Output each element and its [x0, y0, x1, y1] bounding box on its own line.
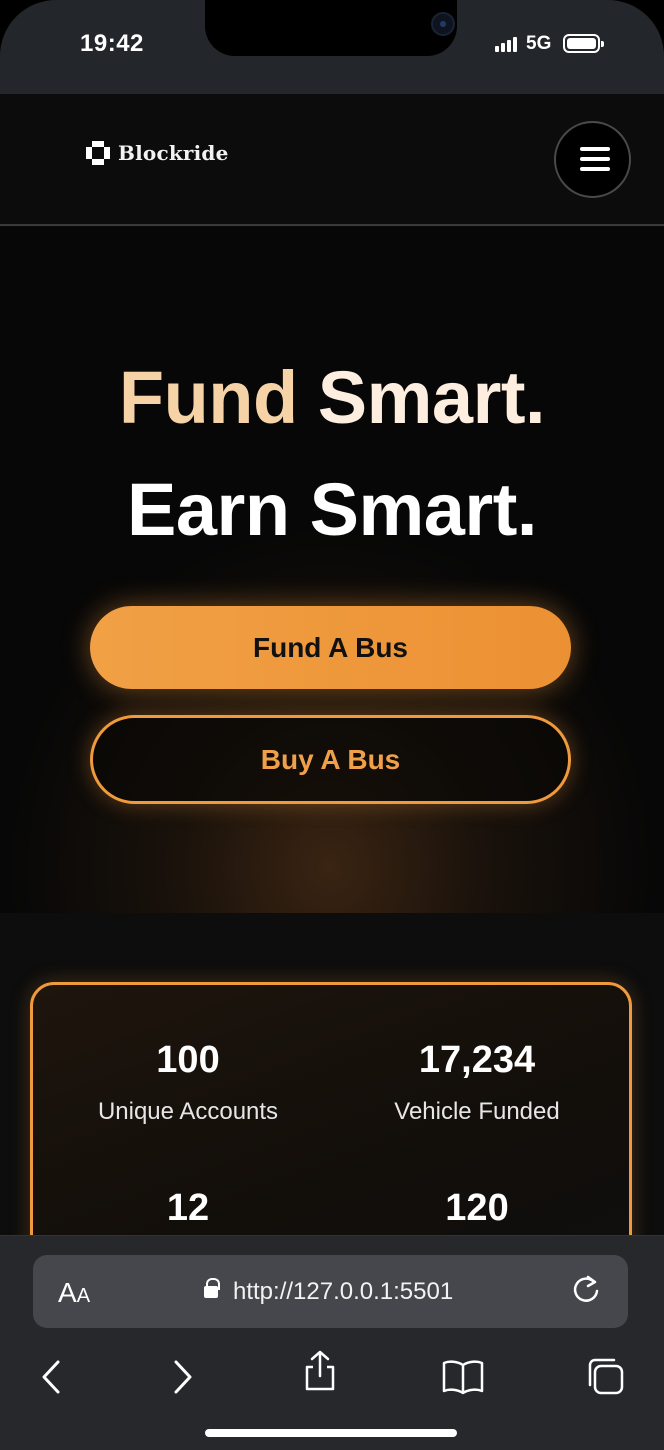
bookmarks-icon[interactable]	[441, 1355, 485, 1399]
battery-icon	[563, 34, 604, 53]
stat-value: 100	[156, 1039, 220, 1081]
front-camera-icon	[431, 12, 455, 36]
buy-a-bus-button[interactable]: Buy A Bus	[90, 715, 571, 804]
phone-screen: 19:42 5G Blockride Fund Smart. Earn Smar…	[0, 0, 664, 1450]
menu-button[interactable]	[554, 121, 631, 198]
stat-fourth: 120	[327, 1187, 627, 1230]
brand-logo[interactable]: Blockride	[86, 141, 229, 165]
back-icon[interactable]	[30, 1355, 74, 1399]
forward-icon[interactable]	[160, 1355, 204, 1399]
stat-vehicle-funded: 17,234 Vehicle Funded	[327, 1039, 627, 1126]
network-type: 5G	[526, 33, 552, 54]
blockride-logo-icon	[86, 141, 110, 165]
signal-icon	[495, 36, 519, 52]
lock-icon	[204, 1278, 220, 1298]
stat-label: Unique Accounts	[97, 1098, 279, 1125]
stat-value: 12	[166, 1187, 210, 1229]
hamburger-icon	[580, 147, 610, 151]
tabs-icon[interactable]	[584, 1355, 628, 1399]
status-time: 19:42	[80, 30, 144, 57]
headline-rest: Smart.	[317, 356, 546, 439]
brand-name: Blockride	[118, 141, 229, 165]
hero-section: Fund Smart. Earn Smart. Fund A Bus Buy A…	[0, 227, 664, 913]
hero-headline-line2: Earn Smart.	[127, 468, 537, 551]
fund-a-bus-button[interactable]: Fund A Bus	[90, 606, 571, 689]
share-icon[interactable]	[298, 1349, 342, 1393]
headline-accent-word: Fund	[118, 356, 298, 439]
stats-section: 100 Unique Accounts 17,234 Vehicle Funde…	[0, 913, 664, 1282]
home-indicator[interactable]	[205, 1429, 457, 1437]
reload-icon[interactable]	[569, 1273, 603, 1307]
stat-value: 120	[445, 1187, 509, 1229]
site-header: Blockride	[0, 94, 664, 226]
stat-label: Vehicle Funded	[394, 1098, 560, 1125]
stat-value: 17,234	[418, 1039, 536, 1081]
hero-headline-line1: Fund Smart.	[0, 355, 664, 440]
text-size-button[interactable]: AA	[58, 1277, 90, 1309]
address-bar[interactable]: AA http://127.0.0.1:5501	[33, 1255, 628, 1328]
url-text[interactable]: http://127.0.0.1:5501	[233, 1278, 453, 1306]
browser-toolbar: AA http://127.0.0.1:5501	[0, 1235, 664, 1450]
notch	[205, 0, 457, 56]
stat-third: 12	[38, 1187, 338, 1230]
stat-unique-accounts: 100 Unique Accounts	[38, 1039, 338, 1126]
status-bar: 19:42 5G	[0, 0, 664, 94]
